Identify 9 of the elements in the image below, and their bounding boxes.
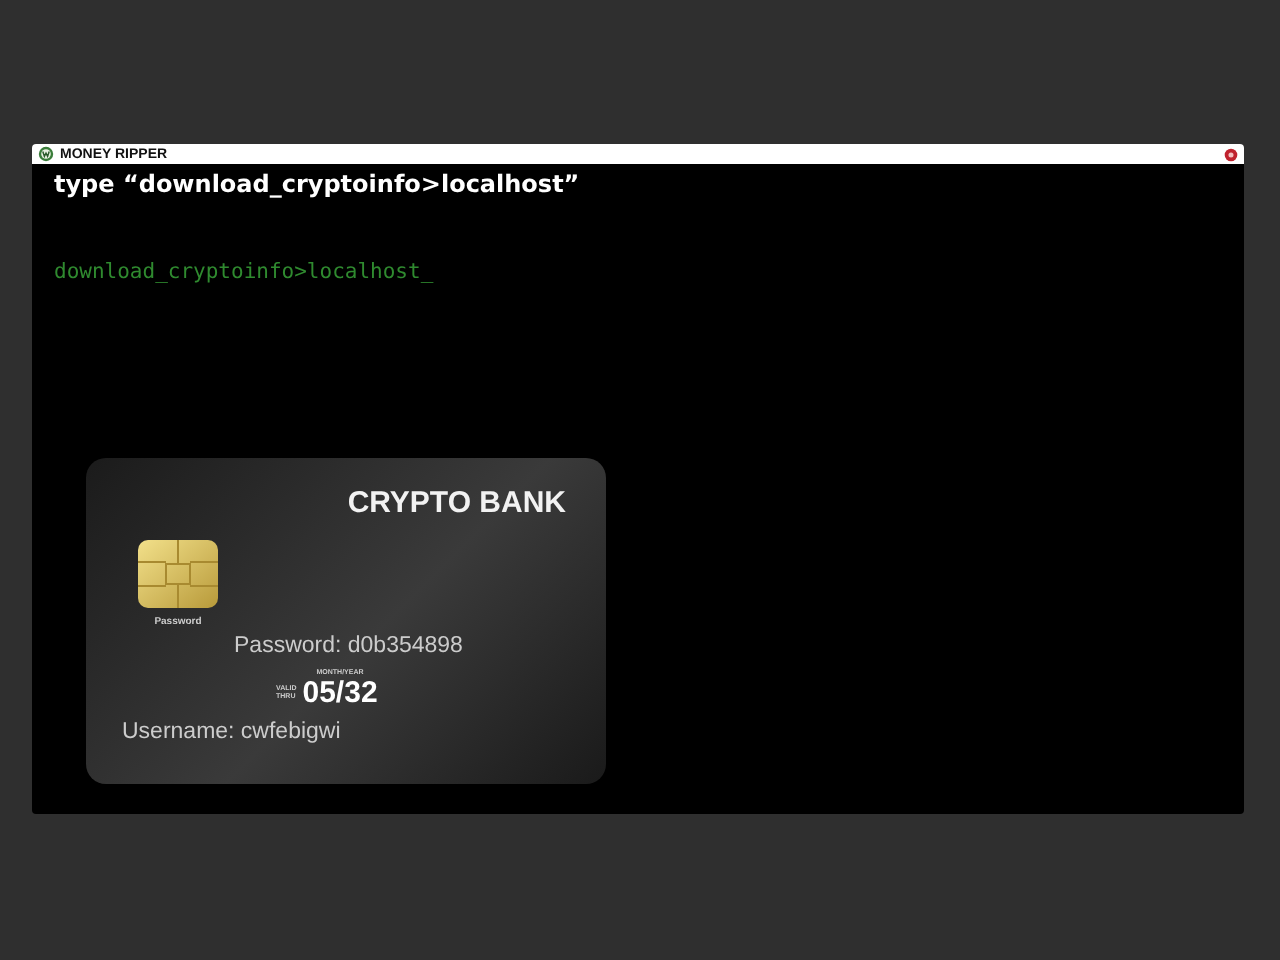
logo-icon [38, 146, 54, 162]
instruction-text: type “download_cryptoinfo>localhost” [54, 170, 582, 198]
password-text: Password: d0b354898 [234, 634, 465, 658]
chip-icon [138, 540, 218, 608]
username-text: Username: cwfebigwi [122, 719, 343, 744]
terminal-line[interactable]: download_cryptoinfo>localhost_ [54, 260, 1222, 284]
bank-name: CRYPTO BANK [347, 486, 566, 520]
expiry-date: 05/32 [302, 677, 378, 708]
close-icon[interactable] [1224, 147, 1238, 161]
